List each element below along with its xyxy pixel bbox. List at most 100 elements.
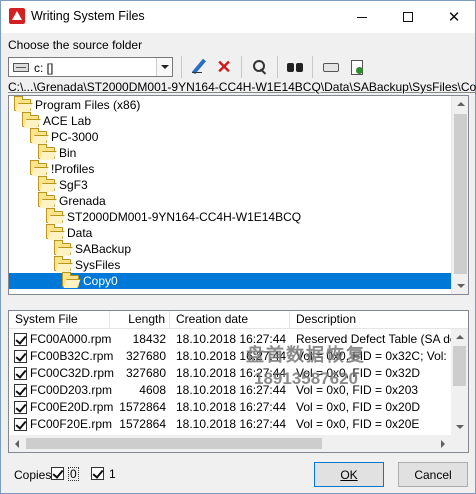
toolbar-separator: [312, 56, 313, 78]
cell-description: Vol = 0x0, FID = 0x20D: [296, 400, 421, 414]
tree-item-label: Program Files (x86): [35, 98, 141, 112]
cell-date: 18.10.2018 16:27:44: [176, 400, 287, 414]
tree-item-label: SABackup: [75, 242, 132, 256]
folder-tree[interactable]: Program Files (x86) ACE Lab PC-3000 Bin …: [8, 95, 469, 295]
table-row[interactable]: FC00A000.rpm 18432 18.10.2018 16:27:44 R…: [9, 331, 468, 348]
close-button[interactable]: ✕: [431, 1, 476, 33]
scroll-up-icon[interactable]: [452, 96, 468, 113]
cell-description: Vol = 0x0, FID = 0x20E: [296, 417, 420, 431]
tree-item[interactable]: Program Files (x86): [14, 96, 141, 113]
cell-date: 18.10.2018 16:27:44: [176, 332, 287, 346]
column-header-length[interactable]: Length: [110, 311, 170, 329]
copies-label: Copies: [14, 468, 52, 482]
tree-item-label: SysFiles: [75, 258, 121, 272]
table-row[interactable]: FC00C32D.rpm 327680 18.10.2018 16:27:44 …: [9, 365, 468, 382]
cancel-button[interactable]: Cancel: [398, 462, 468, 487]
tree-item[interactable]: ST2000DM001-9YN164-CC4H-W1E14BCQ: [46, 208, 301, 225]
minimize-icon: [357, 16, 367, 18]
folder-open-icon: [30, 128, 47, 143]
chevron-down-icon[interactable]: [156, 58, 172, 76]
toolbar-separator: [241, 56, 242, 78]
tree-item[interactable]: SgF3: [38, 176, 88, 193]
writing-system-files-dialog: Writing System Files ✕ Choose the source…: [0, 0, 476, 494]
folder-open-icon: [38, 176, 55, 191]
row-checkbox[interactable]: [14, 367, 27, 380]
table-row[interactable]: FC00D203.rpm 4608 18.10.2018 16:27:44 Vo…: [9, 382, 468, 399]
system-files-list[interactable]: System File Length Creation date Descrip…: [8, 310, 469, 453]
list-horizontal-scrollbar[interactable]: [9, 435, 468, 452]
row-checkbox[interactable]: [14, 384, 27, 397]
tree-item-label: Bin: [59, 146, 77, 160]
scroll-left-icon[interactable]: [9, 435, 26, 452]
cell-length: 327680: [125, 349, 166, 363]
tree-item-label: Copy0: [83, 274, 118, 288]
drive-select-value: c: []: [34, 61, 54, 75]
close-icon: ✕: [447, 9, 461, 26]
drive-button[interactable]: [320, 56, 342, 78]
cell-date: 18.10.2018 16:27:44: [176, 383, 287, 397]
tree-item[interactable]: SABackup: [54, 240, 132, 257]
folder-open-icon: [22, 112, 39, 127]
copy1-label: 1: [109, 467, 116, 481]
row-checkbox[interactable]: [14, 418, 27, 431]
cell-length: 4608: [139, 383, 166, 397]
tree-item-selected[interactable]: Copy0: [9, 272, 452, 289]
folder-open-icon: [38, 144, 55, 159]
table-row[interactable]: FC00E20D.rpm 1572864 18.10.2018 16:27:44…: [9, 399, 468, 416]
binoculars-icon: [286, 60, 304, 74]
drive-select[interactable]: c: []: [8, 57, 173, 77]
copy1-checkbox[interactable]: [91, 467, 104, 480]
tree-item[interactable]: Grenada: [38, 192, 106, 209]
table-row[interactable]: FC00B32C.rpm 327680 18.10.2018 16:27:44 …: [9, 348, 468, 365]
find-icon: [252, 59, 268, 75]
document-button[interactable]: [346, 56, 368, 78]
drive-icon: [13, 63, 29, 72]
cell-description: Vol = 0x0, FID = 0x32C; Vol: N XML defin…: [296, 349, 453, 363]
cell-length: 18432: [132, 332, 166, 346]
cell-date: 18.10.2018 16:27:44: [176, 366, 287, 380]
edit-icon: [191, 59, 207, 75]
tree-item[interactable]: Data: [46, 224, 92, 241]
scroll-thumb[interactable]: [26, 438, 322, 449]
tree-item[interactable]: ACE Lab: [22, 112, 91, 129]
scroll-right-icon[interactable]: [434, 435, 451, 452]
column-header-system-file[interactable]: System File: [9, 311, 110, 329]
row-checkbox[interactable]: [14, 401, 27, 414]
tree-item[interactable]: PC-3000: [30, 128, 99, 145]
cell-description: Reserved Defect Table (SA defe: [296, 332, 453, 346]
table-row[interactable]: FC00F20E.rpm 1572864 18.10.2018 16:27:44…: [9, 416, 468, 433]
folder-open-icon: [62, 272, 79, 287]
tree-item-label: PC-3000: [51, 130, 99, 144]
ok-button[interactable]: OK: [314, 462, 384, 487]
delete-button[interactable]: ✕: [213, 56, 235, 78]
tree-item[interactable]: !Profiles: [30, 160, 94, 177]
choose-source-label: Choose the source folder: [8, 38, 143, 52]
scroll-thumb[interactable]: [454, 114, 467, 274]
tree-vertical-scrollbar[interactable]: [451, 96, 468, 294]
row-checkbox[interactable]: [14, 333, 27, 346]
column-header-creation-date[interactable]: Creation date: [170, 311, 290, 329]
cell-file: FC00E20D.rpm: [30, 400, 114, 414]
app-icon: [9, 8, 25, 24]
tree-item[interactable]: SysFiles: [54, 256, 121, 273]
row-checkbox[interactable]: [14, 350, 27, 363]
cell-length: 327680: [125, 366, 166, 380]
column-header-description[interactable]: Description: [290, 311, 468, 329]
copy0-checkbox[interactable]: [51, 467, 64, 480]
tree-item-label: Grenada: [59, 194, 106, 208]
folder-open-icon: [14, 96, 31, 111]
list-vertical-scrollbar[interactable]: [451, 329, 468, 435]
drive-icon: [323, 62, 339, 72]
scroll-thumb[interactable]: [453, 346, 466, 386]
edit-button[interactable]: [188, 56, 210, 78]
window-title: Writing System Files: [31, 9, 145, 23]
scroll-down-icon[interactable]: [451, 418, 468, 435]
minimize-button[interactable]: [339, 1, 385, 33]
maximize-button[interactable]: [385, 1, 431, 33]
binoculars-button[interactable]: [284, 56, 306, 78]
folder-open-icon: [54, 240, 71, 255]
find-button[interactable]: [249, 56, 271, 78]
tree-item[interactable]: Bin: [38, 144, 77, 161]
scroll-down-icon[interactable]: [452, 277, 468, 294]
scroll-up-icon[interactable]: [451, 329, 468, 346]
